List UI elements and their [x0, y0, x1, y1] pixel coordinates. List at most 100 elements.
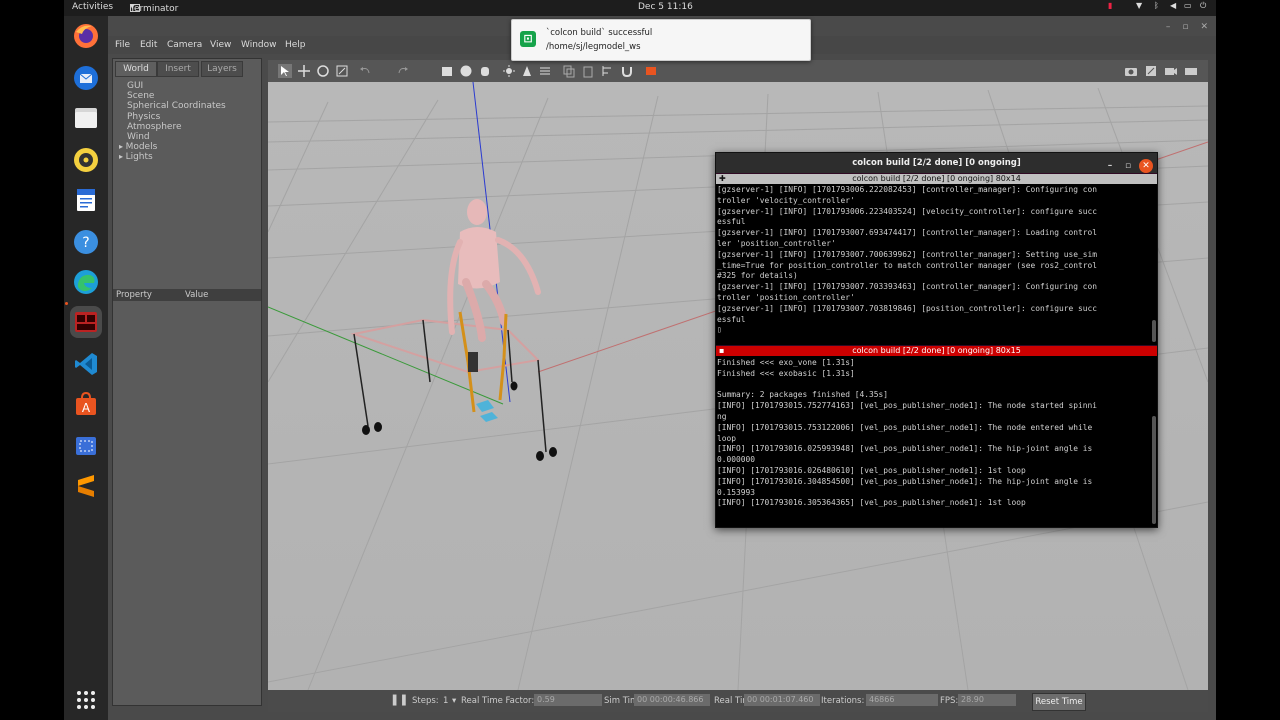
firefox-icon — [74, 24, 98, 48]
log-button[interactable] — [1144, 64, 1158, 78]
viewport-toolbar — [268, 60, 1208, 82]
menu-help[interactable]: Help — [285, 40, 306, 50]
world-item-lights[interactable]: Lights — [119, 152, 226, 162]
maximize-icon[interactable]: ▫ — [1121, 159, 1135, 173]
dock-help[interactable]: ? — [70, 226, 102, 258]
volume-icon[interactable]: ◀ — [1170, 2, 1178, 10]
world-item-scene[interactable]: Scene — [127, 91, 226, 101]
world-item-gui[interactable]: GUI — [127, 81, 226, 91]
bluetooth-icon[interactable]: ᛒ — [1154, 2, 1162, 10]
activities-button[interactable]: Activities — [72, 2, 113, 12]
letterbox-right — [1216, 0, 1280, 720]
world-item-wind[interactable]: Wind — [127, 132, 226, 142]
undo-button[interactable] — [358, 64, 372, 78]
terminal-pane-bottom[interactable]: Finished <<< exo_vone [1.31s] Finished <… — [716, 356, 1157, 527]
translate-tool[interactable] — [297, 64, 311, 78]
dock-software[interactable]: A — [70, 388, 102, 420]
rhythmbox-icon — [74, 148, 98, 172]
dock-vscode[interactable] — [70, 348, 102, 380]
record-video-button[interactable] — [1184, 64, 1198, 78]
exo-joint — [468, 352, 478, 372]
close-icon[interactable]: ✕ — [1200, 22, 1208, 32]
snap-button[interactable] — [620, 64, 634, 78]
video-icon — [1165, 68, 1177, 75]
steps-value[interactable]: 1 — [443, 696, 448, 706]
spot-light-button[interactable] — [520, 64, 534, 78]
pause-button[interactable]: ❚❚ — [390, 693, 408, 706]
pane-title-top-label: colcon build [2/2 done] [0 ongoing] 80x1… — [852, 174, 1021, 183]
align-button[interactable] — [601, 64, 615, 78]
tab-layers[interactable]: Layers — [201, 61, 243, 77]
menu-file[interactable]: File — [115, 40, 130, 50]
dock-sublime[interactable] — [70, 470, 102, 502]
scrollbar-top[interactable] — [1152, 320, 1156, 342]
menu-camera[interactable]: Camera — [167, 40, 202, 50]
plot-button[interactable] — [1164, 64, 1178, 78]
pane-title-bottom-label: colcon build [2/2 done] [0 ongoing] 80x1… — [852, 346, 1021, 355]
sphere-shape-button[interactable] — [459, 64, 473, 78]
vscode-icon — [75, 353, 97, 375]
dock-writer[interactable] — [70, 184, 102, 216]
world-item-physics[interactable]: Physics — [127, 112, 226, 122]
close-icon[interactable]: ✕ — [1139, 159, 1153, 173]
pane-title-bottom[interactable]: ▪ colcon build [2/2 done] [0 ongoing] 80… — [716, 346, 1157, 356]
menu-view[interactable]: View — [210, 40, 231, 50]
power-icon[interactable]: ⏻ — [1200, 2, 1208, 10]
screen-record-icon[interactable]: ▮ — [1108, 2, 1116, 10]
dock-firefox[interactable] — [70, 20, 102, 52]
notification-body: /home/sj/legmodel_ws — [546, 42, 641, 52]
camera-icon — [1125, 68, 1137, 76]
terminator-titlebar[interactable]: colcon build [2/2 done] [0 ongoing] – ▫ ✕ — [716, 153, 1157, 173]
copy-button[interactable] — [562, 64, 576, 78]
screenshot-tool[interactable] — [644, 64, 658, 78]
pane-menu-icon[interactable]: ▪ — [719, 346, 724, 356]
fps-value: 28.90 — [958, 694, 1016, 706]
wifi-icon[interactable]: ▼ — [1136, 2, 1144, 10]
menu-window[interactable]: Window — [241, 40, 277, 50]
steps-dropdown-icon[interactable]: ▾ — [452, 696, 456, 706]
cylinder-shape-button[interactable] — [478, 64, 492, 78]
redo-button[interactable] — [396, 64, 410, 78]
notification-title: `colcon build` successful — [546, 28, 653, 38]
dock-terminator[interactable] — [70, 306, 102, 338]
pane-menu-icon[interactable]: ✚ — [719, 174, 726, 184]
minimize-icon[interactable]: – — [1103, 159, 1117, 173]
camera-screenshot-button[interactable] — [1124, 64, 1138, 78]
tab-insert[interactable]: Insert — [157, 61, 199, 77]
dock-rhythmbox[interactable] — [70, 144, 102, 176]
sphere-icon — [460, 65, 472, 77]
directional-light-button[interactable] — [538, 64, 552, 78]
dock-edge[interactable] — [70, 266, 102, 298]
world-item-models[interactable]: Models — [119, 142, 226, 152]
magnet-icon — [622, 67, 632, 78]
world-item-atmosphere[interactable]: Atmosphere — [127, 122, 226, 132]
dock: ? A — [64, 16, 108, 720]
scrollbar-bottom[interactable] — [1152, 416, 1156, 524]
tab-world[interactable]: World — [115, 61, 157, 77]
menu-edit[interactable]: Edit — [140, 40, 157, 50]
box-icon — [442, 67, 452, 76]
app-menu[interactable]: Terminator ▾ — [130, 2, 178, 14]
notification-banner[interactable]: ⊡ `colcon build` successful /home/sj/leg… — [511, 19, 811, 61]
scale-tool[interactable] — [335, 64, 349, 78]
battery-icon[interactable]: ▭ — [1184, 2, 1192, 10]
iterations-label: Iterations: — [821, 696, 865, 706]
world-item-spherical-coordinates[interactable]: Spherical Coordinates — [127, 101, 226, 111]
wheel — [510, 381, 518, 391]
dock-show-apps[interactable] — [70, 684, 102, 716]
pane-title-top[interactable]: ✚ colcon build [2/2 done] [0 ongoing] 80… — [716, 174, 1157, 184]
paste-button[interactable] — [581, 64, 595, 78]
rotate-tool[interactable] — [316, 64, 330, 78]
dock-screenshot[interactable] — [70, 430, 102, 462]
point-light-button[interactable] — [502, 64, 516, 78]
rtf-value: 0.59 — [534, 694, 602, 706]
dock-files[interactable] — [70, 102, 102, 134]
reset-time-button[interactable]: Reset Time — [1032, 693, 1086, 711]
terminal-pane-top[interactable]: [gzserver-1] [INFO] [1701793006.22208245… — [716, 184, 1157, 345]
maximize-icon[interactable]: ▫ — [1182, 22, 1188, 32]
select-tool[interactable] — [278, 64, 292, 78]
clock[interactable]: Dec 5 11:16 — [638, 2, 693, 12]
minimize-icon[interactable]: – — [1166, 22, 1171, 32]
dock-thunderbird[interactable] — [70, 62, 102, 94]
box-shape-button[interactable] — [440, 64, 454, 78]
